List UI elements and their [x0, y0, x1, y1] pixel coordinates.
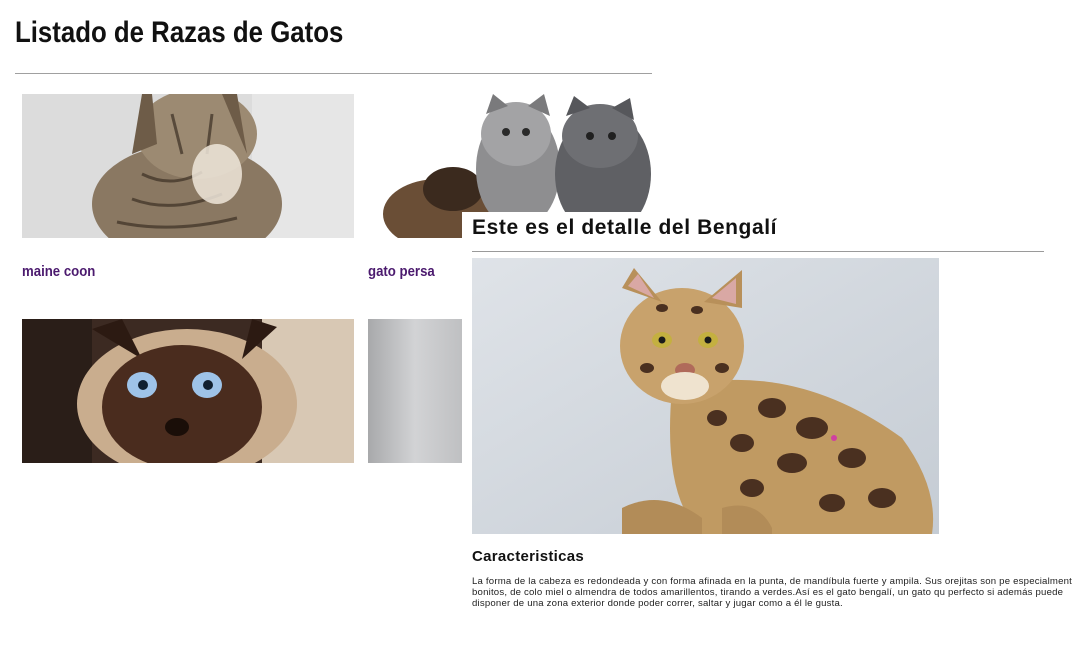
- title-divider: [15, 73, 652, 74]
- characteristics-heading: Caracteristicas: [472, 548, 585, 565]
- grey-cat-image[interactable]: [368, 319, 462, 463]
- siamese-image[interactable]: [22, 319, 354, 463]
- breed-detail-panel: Este es el detalle del Bengalí Caracteri…: [462, 212, 1072, 649]
- breed-link-gato-persa[interactable]: gato persa: [368, 263, 435, 280]
- bengal-cat-image: [472, 258, 939, 534]
- maine-coon-image[interactable]: [22, 94, 354, 238]
- detail-divider: [472, 251, 1044, 252]
- breed-description: La forma de la cabeza es redondeada y co…: [472, 576, 1072, 609]
- detail-title: Este es el detalle del Bengalí: [472, 216, 778, 239]
- breed-link-maine-coon[interactable]: maine coon: [22, 263, 95, 280]
- page-title: Listado de Razas de Gatos: [15, 16, 344, 49]
